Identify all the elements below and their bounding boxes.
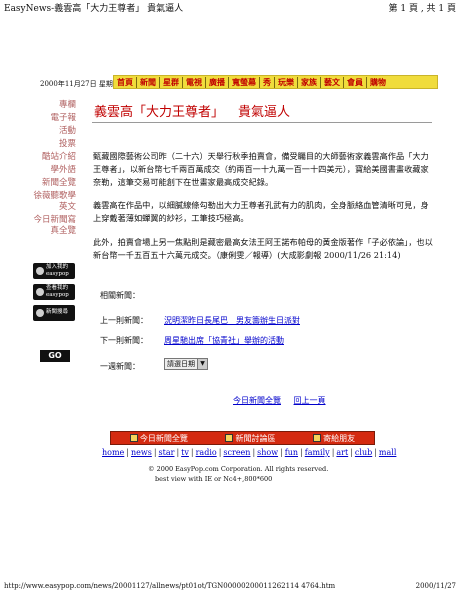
mail-icon [313, 434, 322, 442]
newspaper-icon [129, 434, 138, 442]
footer-date: 2000/11/27 [415, 582, 456, 590]
nav-item-art[interactable]: 藝文 [321, 76, 344, 88]
article-paragraph-3: 此外，拍賣會場上另一焦點則是藏密最高女法王阿王諾布帕母的黃金版著作「子必依論」，… [93, 237, 433, 260]
prev-news-link[interactable]: 況明潔昨日長尾巴 男友籌辦生日派對 [164, 315, 300, 326]
footer-link-club[interactable]: club [355, 448, 372, 457]
article-paragraph-2: 義雲高在作品中，以細膩線條勾勒出大力王尊者孔武有力的肌肉，全身脈絡血管清晰可見，… [93, 200, 429, 223]
sidebar-link-photo-news[interactable]: 今日新聞寫真全覽 [30, 215, 76, 237]
footer-link-news[interactable]: news [131, 448, 152, 457]
article-paragraph-1: 甄藏國際藝術公司昨（二十六）天舉行秋季拍賣會，備受矚目的大師藝術家義雲高作品「大… [93, 151, 429, 187]
sidebar-link-cool-sites[interactable]: 酷站介紹 [30, 151, 76, 164]
nav-item-home[interactable]: 首頁 [114, 76, 137, 88]
eye-icon [36, 288, 44, 296]
footer-url: http://www.easypop.com/news/20001127/all… [4, 582, 336, 590]
news-search-label: 新聞搜尋 [46, 309, 69, 315]
footer-link-tv[interactable]: tv [181, 448, 189, 457]
nav-item-news[interactable]: 新聞 [137, 76, 160, 88]
footer-nav: home | news | star | tv | radio | screen | show | fun |… [102, 448, 397, 457]
date-line: 2000年11月27日 星期一 [40, 80, 120, 88]
chat-icon [225, 434, 234, 442]
footer-link-family[interactable]: family [305, 448, 330, 457]
date-select[interactable]: 請選日期 ▼ [164, 358, 208, 370]
nav-item-show[interactable]: 秀 [260, 76, 275, 88]
sidebar-button-stack: 加入我的 easypop 查看我的 easypop 新聞搜尋 [33, 263, 77, 326]
footer-link-radio[interactable]: radio [196, 448, 217, 457]
add-my-easypop-button[interactable]: 加入我的 easypop [33, 263, 75, 279]
next-news-link[interactable]: 周星馳出席「協青社」舉辦的活動 [164, 335, 284, 346]
footer-link-art[interactable]: art [336, 448, 348, 457]
sidebar-link-all-news[interactable]: 新聞全覽 [30, 177, 76, 190]
site-title: EasyNews-義雲高「大力王尊者」 貴氣逼人 [4, 4, 184, 14]
search-icon [36, 309, 44, 317]
news-search-button[interactable]: 新聞搜尋 [33, 305, 75, 321]
article-title: 義雲高「大力王尊者」 貴氣逼人 [94, 101, 290, 120]
title-divider [92, 122, 432, 123]
today-news-button[interactable]: 今日新聞全覽 [129, 433, 188, 444]
discussion-button[interactable]: 新聞討論區 [225, 433, 275, 444]
nav-item-screen[interactable]: 寬螢幕 [229, 76, 260, 88]
main-nav-bar: 首頁 新聞 星群 電視 廣播 寬螢幕 秀 玩樂 家族 藝文 會員 購物 [113, 75, 438, 89]
sidebar-link-newsletter[interactable]: 電子報 [30, 112, 76, 125]
footer-link-home[interactable]: home [102, 448, 124, 457]
nav-item-radio[interactable]: 廣播 [206, 76, 229, 88]
today-news-label: 今日新聞全覽 [139, 433, 188, 443]
nav-item-family[interactable]: 家族 [298, 76, 321, 88]
prev-news-label: 上一則新聞： [100, 316, 148, 325]
go-button[interactable]: GO [40, 350, 70, 362]
article-title-sub: 貴氣逼人 [238, 105, 291, 120]
next-news-label: 下一則新聞： [100, 336, 148, 345]
footer-link-screen[interactable]: screen [223, 448, 250, 457]
week-news-label: 一週新聞： [100, 362, 140, 371]
nav-item-shop[interactable]: 購物 [367, 77, 389, 88]
add-my-easypop-label: 加入我的 easypop [46, 264, 69, 277]
copyright-text: © 2000 EasyPop.com Corporation. All righ… [148, 465, 329, 473]
nav-item-tv[interactable]: 電視 [183, 76, 206, 88]
related-news-heading: 相關新聞： [100, 291, 140, 300]
nav-item-member[interactable]: 會員 [344, 76, 367, 88]
sidebar-link-events[interactable]: 活動 [30, 125, 76, 138]
footer-link-mall[interactable]: mall [379, 448, 396, 457]
all-news-today-link[interactable]: 今日新聞全覽 [233, 396, 281, 405]
view-my-easypop-label: 查看我的 easypop [46, 285, 69, 298]
bottom-links: 今日新聞全覽 回上一頁 [233, 395, 336, 406]
send-to-friend-label: 寄給朋友 [323, 433, 356, 443]
page-counter: 第 1 頁 , 共 1 頁 [388, 4, 456, 14]
sidebar-link-english-songs[interactable]: 徐薇聽歌學英文 [30, 191, 76, 213]
sidebar-link-column[interactable]: 專欄 [30, 99, 76, 112]
sidebar-link-languages[interactable]: 學外語 [30, 164, 76, 177]
date-select-value: 請選日期 [167, 360, 195, 368]
nav-item-fun[interactable]: 玩樂 [275, 76, 298, 88]
nav-item-stars[interactable]: 星群 [160, 76, 183, 88]
sidebar-link-vote[interactable]: 投票 [30, 138, 76, 151]
sidebar: 專欄 電子報 活動 投票 酷站介紹 學外語 新聞全覽 徐薇聽歌學英文 今日新聞寫… [30, 99, 76, 237]
footer-link-fun[interactable]: fun [285, 448, 298, 457]
footer-link-show[interactable]: show [257, 448, 278, 457]
chevron-down-icon: ▼ [197, 359, 207, 369]
action-bar: 今日新聞全覽 新聞討論區 寄給朋友 [110, 431, 375, 445]
back-link[interactable]: 回上一頁 [294, 396, 326, 405]
send-to-friend-button[interactable]: 寄給朋友 [313, 433, 355, 444]
copyright: © 2000 EasyPop.com Corporation. All righ… [148, 465, 328, 474]
discussion-label: 新聞討論區 [235, 433, 276, 443]
article-title-main: 義雲高「大力王尊者」 [94, 105, 225, 120]
view-my-easypop-button[interactable]: 查看我的 easypop [33, 284, 75, 300]
best-view-note: best view with IE or Nc4+,800*600 [155, 475, 273, 483]
footer-link-star[interactable]: star [159, 448, 175, 457]
plus-icon [36, 267, 44, 275]
